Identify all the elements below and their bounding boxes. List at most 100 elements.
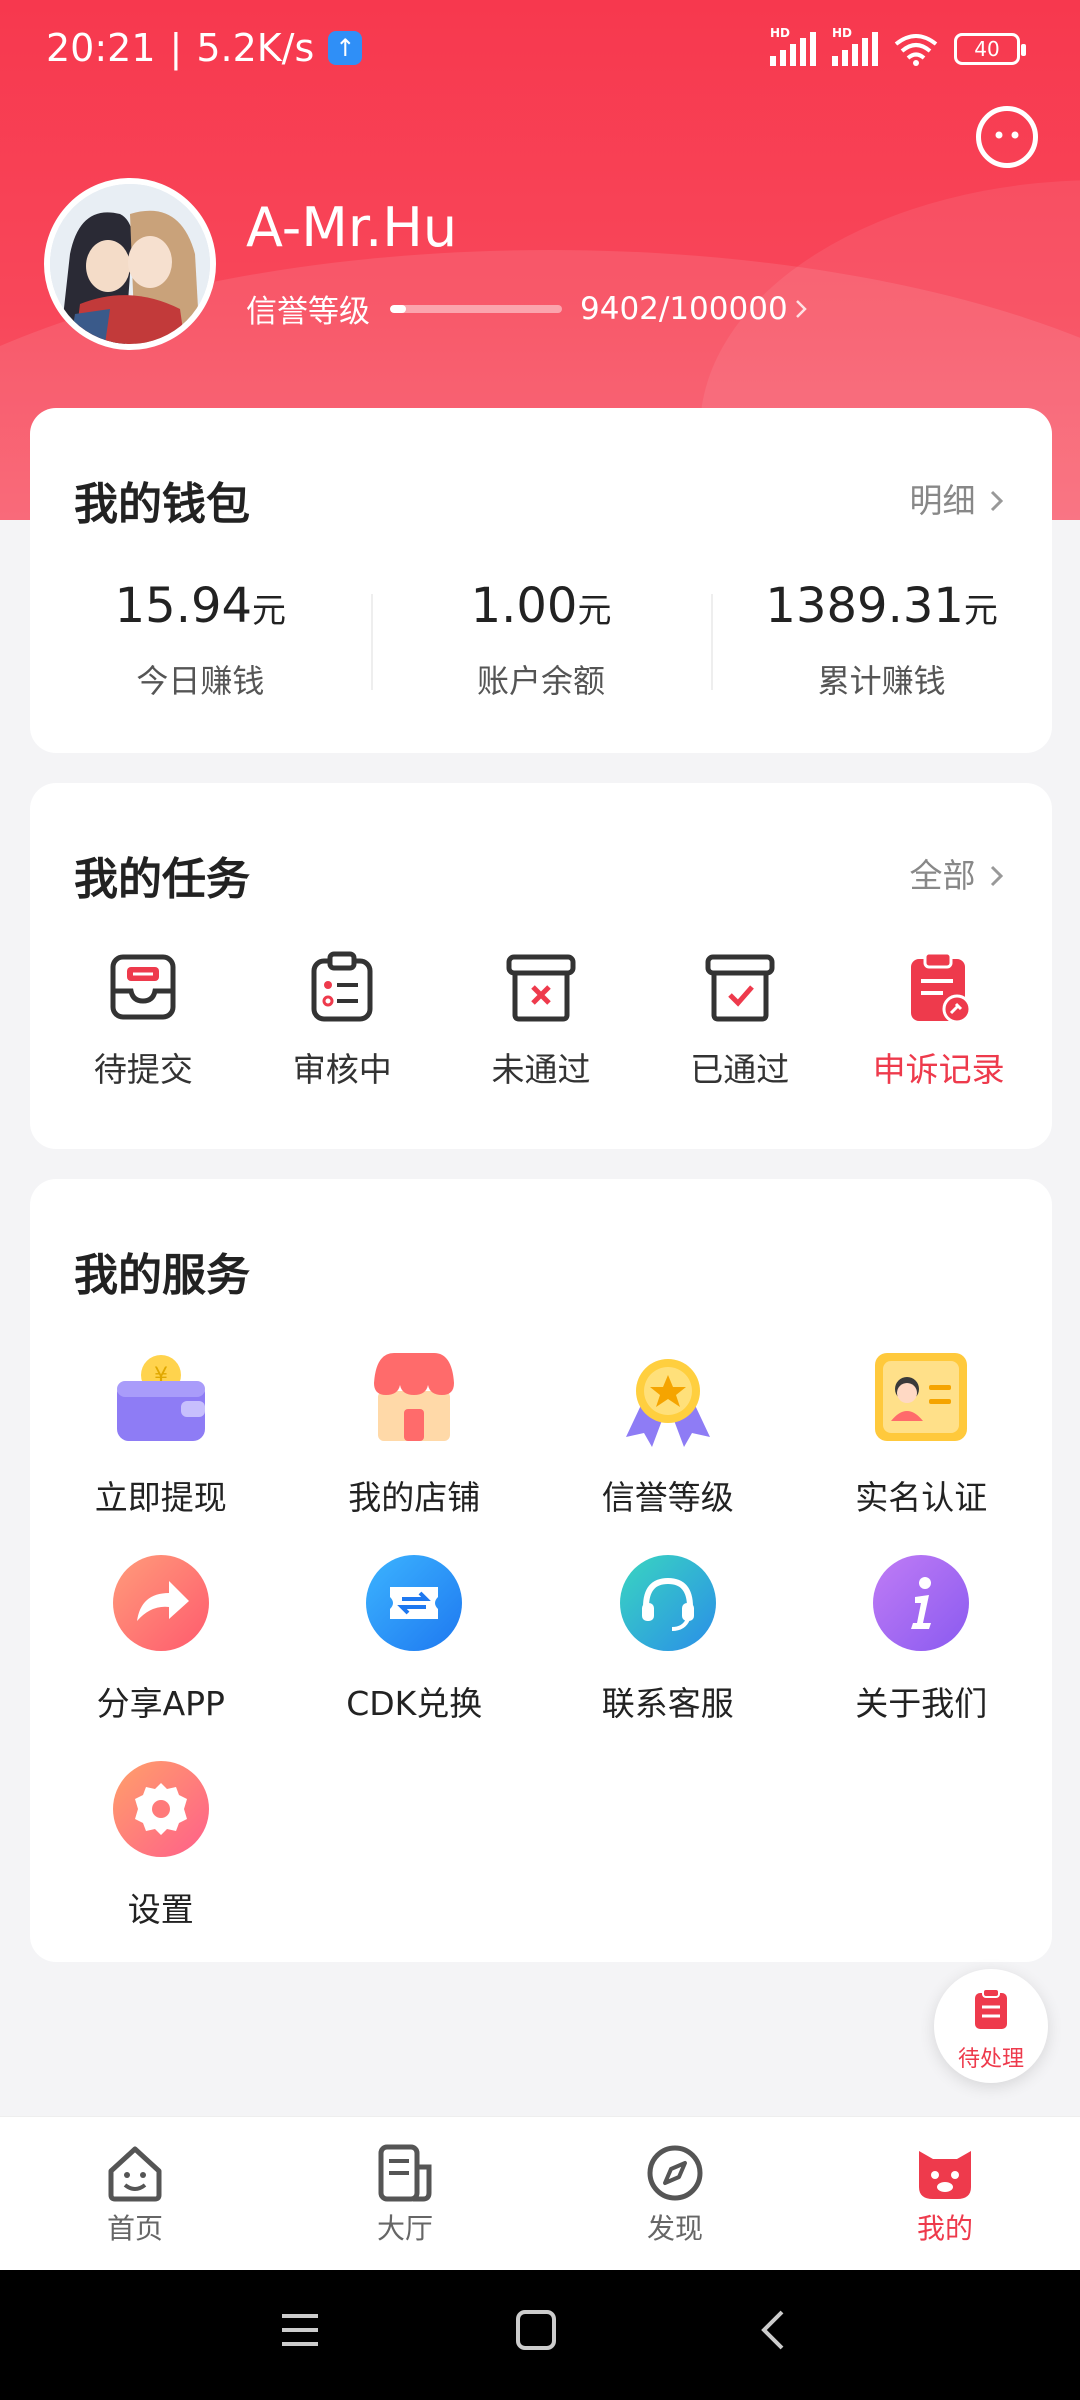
signal-icon: HD bbox=[770, 26, 816, 66]
ticket-exchange-icon bbox=[366, 1555, 463, 1651]
tab-hall[interactable]: 大厅 bbox=[270, 2117, 540, 2270]
wallet-amount: 1389.31 bbox=[765, 578, 964, 634]
service-share-app[interactable]: 分享APP bbox=[34, 1553, 288, 1725]
service-withdraw[interactable]: ¥ 立即提现 bbox=[34, 1347, 288, 1519]
task-pending-submit[interactable]: 待提交 bbox=[48, 949, 238, 1091]
medal-icon bbox=[625, 1359, 710, 1447]
mine-icon bbox=[919, 2151, 971, 2199]
menu-icon[interactable] bbox=[278, 2308, 322, 2352]
wallet-detail-link[interactable]: 明细 bbox=[910, 474, 1009, 522]
settings-icon bbox=[112, 1761, 209, 1857]
message-button[interactable] bbox=[976, 106, 1038, 168]
tab-mine[interactable]: 我的 bbox=[810, 2117, 1080, 2270]
service-about-us[interactable]: 关于我们 bbox=[795, 1553, 1049, 1725]
service-credit-level[interactable]: 信誉等级 bbox=[541, 1347, 795, 1519]
inbox-icon bbox=[110, 954, 176, 1020]
task-rejected[interactable]: 未通过 bbox=[446, 949, 636, 1091]
home-face-icon bbox=[108, 2146, 162, 2202]
wallet-today-earnings[interactable]: 15.94元 今日赚钱 bbox=[30, 578, 371, 702]
status-bar: 20:21 | 5.2K/s ↑ HD HD 40 bbox=[0, 0, 1080, 100]
services-card: 我的服务 ¥ 立即提现 我的店铺 信誉等级 实名认证 分享APP CDK兑换 联… bbox=[30, 1179, 1052, 1962]
avatar[interactable] bbox=[44, 178, 216, 350]
wallet-label: 今日赚钱 bbox=[136, 662, 265, 700]
task-appeal-records[interactable]: 申诉记录 bbox=[844, 949, 1034, 1091]
task-label: 待提交 bbox=[93, 1050, 193, 1089]
credit-level-row[interactable]: 信誉等级 9402/100000 bbox=[246, 286, 812, 331]
credit-value: 9402/100000 bbox=[580, 290, 788, 327]
battery-level: 40 bbox=[974, 37, 1000, 61]
tab-discover[interactable]: 发现 bbox=[540, 2117, 810, 2270]
service-label: 联系客服 bbox=[601, 1684, 734, 1723]
tasks-title: 我的任务 bbox=[74, 854, 250, 905]
shop-icon bbox=[374, 1353, 455, 1441]
task-label: 已通过 bbox=[690, 1050, 790, 1089]
credit-progress-bar bbox=[390, 304, 562, 313]
wallet-total-earnings[interactable]: 1389.31元 累计赚钱 bbox=[711, 578, 1052, 702]
wallet-balance[interactable]: 1.00元 账户余额 bbox=[370, 578, 712, 702]
credit-label: 信誉等级 bbox=[246, 294, 370, 330]
share-icon bbox=[112, 1555, 209, 1651]
service-label: 分享APP bbox=[96, 1684, 225, 1723]
task-approved[interactable]: 已通过 bbox=[645, 949, 835, 1091]
home-square-icon[interactable] bbox=[514, 2308, 558, 2352]
task-label: 申诉记录 bbox=[872, 1050, 1005, 1089]
back-icon[interactable] bbox=[752, 2308, 796, 2352]
tab-label: 首页 bbox=[106, 2212, 163, 2245]
wallet-amount: 1.00 bbox=[470, 578, 578, 634]
tasks-card: 我的任务 全部 待提交 审核中 未通过 已通过 申诉记录 bbox=[30, 783, 1052, 1149]
service-label: 设置 bbox=[127, 1890, 194, 1929]
wallet-amount: 15.94 bbox=[114, 578, 253, 634]
battery-icon: 40 bbox=[954, 33, 1026, 65]
chevron-right-icon bbox=[795, 299, 807, 318]
wallet-label: 账户余额 bbox=[477, 662, 606, 700]
wallet-unit: 元 bbox=[577, 591, 612, 631]
tab-home[interactable]: 首页 bbox=[0, 2117, 270, 2270]
wifi-icon bbox=[894, 34, 938, 66]
service-my-shop[interactable]: 我的店铺 bbox=[288, 1347, 542, 1519]
service-label: 实名认证 bbox=[855, 1478, 988, 1517]
services-title: 我的服务 bbox=[74, 1250, 250, 1301]
tab-label: 发现 bbox=[646, 2212, 703, 2245]
info-icon bbox=[873, 1555, 970, 1651]
service-contact-support[interactable]: 联系客服 bbox=[541, 1553, 795, 1725]
network-speed: 5.2K/s bbox=[196, 26, 315, 70]
tab-label: 大厅 bbox=[376, 2212, 433, 2245]
service-label: 立即提现 bbox=[94, 1478, 227, 1517]
status-divider: | bbox=[169, 26, 183, 70]
chat-bubble-icon bbox=[995, 131, 1019, 139]
service-label: CDK兑换 bbox=[346, 1684, 483, 1723]
service-cdk-exchange[interactable]: CDK兑换 bbox=[288, 1553, 542, 1725]
service-settings[interactable]: 设置 bbox=[34, 1759, 288, 1931]
pending-label: 待处理 bbox=[957, 2047, 1024, 2072]
task-label: 审核中 bbox=[292, 1050, 392, 1089]
chevron-right-icon bbox=[990, 490, 1004, 512]
clipboard-list-icon bbox=[311, 951, 373, 1022]
archive-x-icon bbox=[506, 954, 576, 1022]
task-under-review[interactable]: 审核中 bbox=[247, 949, 437, 1091]
document-icon bbox=[378, 2144, 432, 2202]
status-time: 20:21 bbox=[46, 26, 156, 70]
service-label: 关于我们 bbox=[855, 1684, 988, 1723]
wallet-title: 我的钱包 bbox=[74, 479, 250, 530]
headset-icon bbox=[619, 1555, 716, 1651]
wallet-icon: ¥ bbox=[116, 1355, 205, 1441]
id-card-icon bbox=[875, 1353, 968, 1441]
wallet-unit: 元 bbox=[252, 591, 287, 631]
credit-progress-fill bbox=[390, 304, 407, 313]
tab-label: 我的 bbox=[916, 2212, 973, 2245]
upload-icon: ↑ bbox=[328, 31, 363, 65]
service-real-name-auth[interactable]: 实名认证 bbox=[795, 1347, 1049, 1519]
service-label: 信誉等级 bbox=[601, 1478, 734, 1517]
bottom-tab-bar: 首页 大厅 发现 我的 bbox=[0, 2116, 1080, 2270]
archive-check-icon bbox=[705, 954, 775, 1022]
wallet-label: 累计赚钱 bbox=[817, 662, 946, 700]
user-name: A-Mr.Hu bbox=[246, 196, 458, 259]
signal-icon: HD bbox=[832, 26, 878, 66]
appeal-record-icon bbox=[910, 951, 972, 1024]
wallet-unit: 元 bbox=[963, 591, 998, 631]
compass-icon bbox=[647, 2145, 703, 2201]
tasks-all-link[interactable]: 全部 bbox=[910, 849, 1009, 897]
pending-float-button[interactable]: 待处理 bbox=[934, 1969, 1048, 2083]
clipboard-icon bbox=[975, 1988, 1007, 2029]
wallet-card: 我的钱包 明细 15.94元 今日赚钱 1.00元 账户余额 1389.31元 … bbox=[30, 408, 1052, 753]
